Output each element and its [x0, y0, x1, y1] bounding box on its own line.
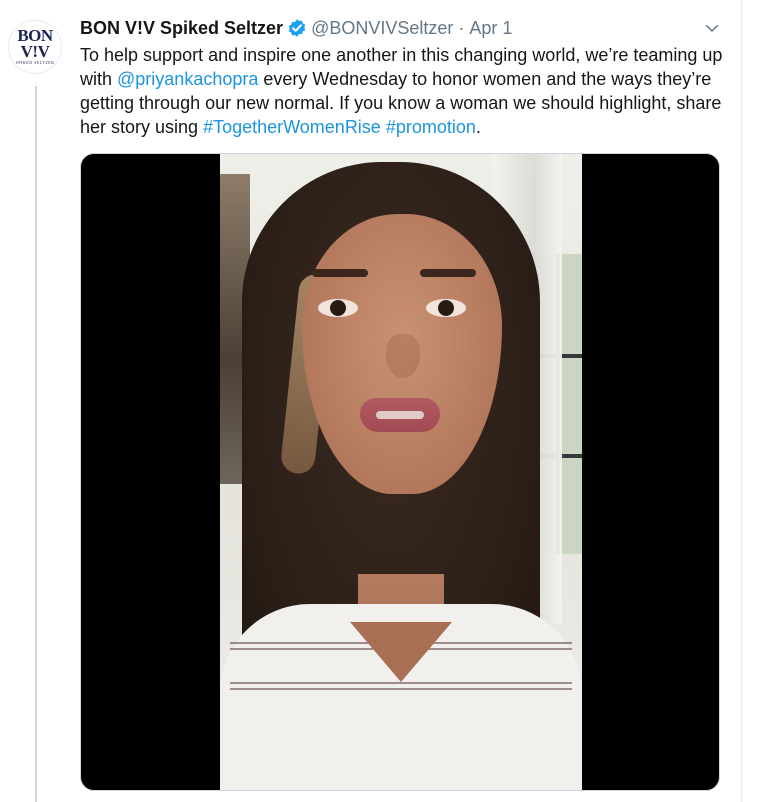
- video-subject-brow: [312, 269, 368, 277]
- video-subject-brow: [420, 269, 476, 277]
- video-subject-mouth: [360, 398, 440, 432]
- timeline-border: [741, 0, 742, 802]
- video-subject-nose: [386, 334, 420, 378]
- avatar-logo-small-text: SPIKED SELTZER: [15, 60, 55, 65]
- tweet-header: BON V!V Spiked Seltzer @BONVIVSeltzer · …: [80, 16, 512, 40]
- chevron-down-icon: [706, 25, 718, 32]
- verified-badge-icon: [288, 19, 306, 37]
- display-name[interactable]: BON V!V Spiked Seltzer: [80, 18, 283, 39]
- video-frame: [220, 154, 582, 790]
- handle[interactable]: @BONVIVSeltzer: [311, 18, 453, 39]
- more-options-button[interactable]: [700, 16, 724, 40]
- video-subject-eye: [426, 299, 466, 317]
- tweet-text-part: .: [475, 117, 481, 137]
- mention-link[interactable]: @priyankachopra: [117, 69, 258, 89]
- avatar-logo-line-2: V!V: [20, 42, 50, 61]
- tweet-date[interactable]: Apr 1: [469, 18, 512, 39]
- hashtag-link[interactable]: #TogetherWomenRise: [203, 117, 381, 137]
- avatar[interactable]: BON V!V SPIKED SELTZER: [8, 20, 62, 74]
- hashtag-link[interactable]: #promotion: [386, 117, 476, 137]
- tweet-text: To help support and inspire one another …: [80, 43, 728, 139]
- video-subject-eye: [318, 299, 358, 317]
- video-player[interactable]: [80, 153, 720, 791]
- thread-line: [35, 86, 37, 802]
- separator-dot: ·: [458, 17, 465, 38]
- video-subject-neckline: [350, 622, 452, 682]
